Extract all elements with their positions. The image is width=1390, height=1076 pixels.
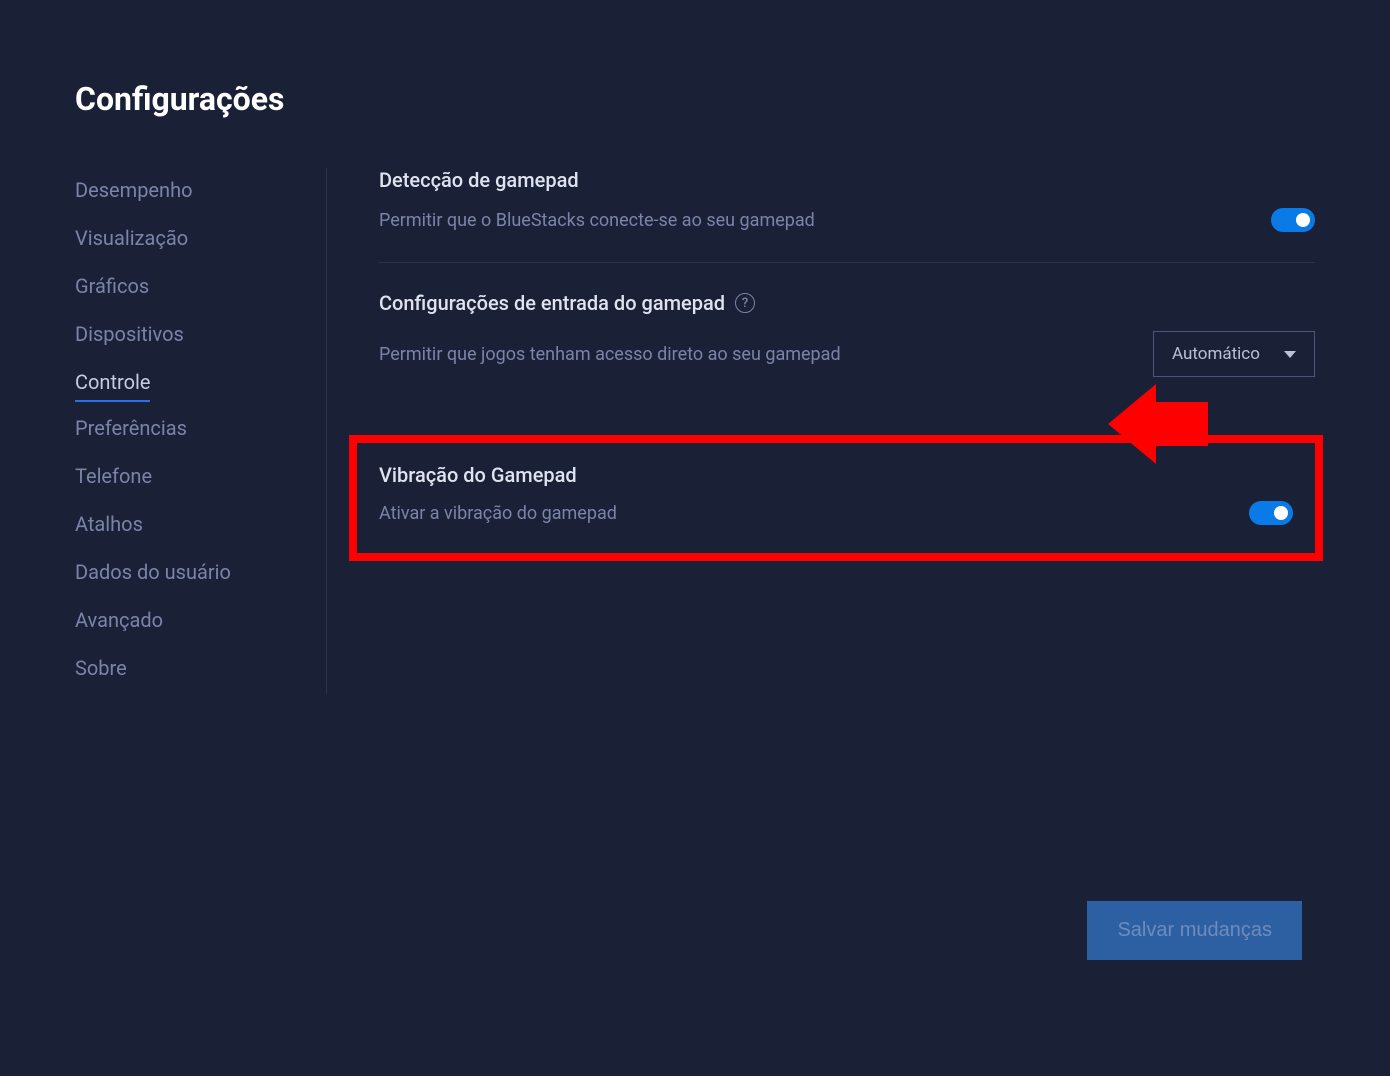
section-title-text-gamepad-input: Configurações de entrada do gamepad [379, 291, 725, 315]
section-desc-gamepad-input: Permitir que jogos tenham acesso direto … [379, 344, 841, 365]
sidebar-item-telefone[interactable]: Telefone [75, 454, 152, 498]
sidebar-item-dados-usuario[interactable]: Dados do usuário [75, 550, 231, 594]
section-desc-gamepad-detection: Permitir que o BlueStacks conecte-se ao … [379, 210, 815, 231]
arrow-annotation-icon [1108, 384, 1208, 464]
sidebar-item-sobre[interactable]: Sobre [75, 646, 127, 690]
sidebar-item-avancado[interactable]: Avançado [75, 598, 163, 642]
dropdown-selected-value: Automático [1172, 344, 1260, 364]
section-gamepad-detection: Detecção de gamepad Permitir que o BlueS… [379, 168, 1315, 263]
sidebar-item-visualizacao[interactable]: Visualização [75, 216, 188, 260]
sidebar: Desempenho Visualização Gráficos Disposi… [75, 168, 327, 694]
sidebar-item-atalhos[interactable]: Atalhos [75, 502, 143, 546]
save-button[interactable]: Salvar mudanças [1087, 901, 1302, 960]
sidebar-item-desempenho[interactable]: Desempenho [75, 168, 193, 212]
sidebar-item-controle[interactable]: Controle [75, 360, 150, 402]
section-title-gamepad-input: Configurações de entrada do gamepad ? [379, 291, 1315, 315]
help-icon[interactable]: ? [735, 293, 755, 313]
section-title-gamepad-detection: Detecção de gamepad [379, 168, 1315, 192]
page-title: Configurações [75, 80, 1315, 118]
toggle-gamepad-vibration[interactable] [1249, 501, 1293, 525]
sidebar-item-dispositivos[interactable]: Dispositivos [75, 312, 184, 356]
toggle-gamepad-detection[interactable] [1271, 208, 1315, 232]
section-desc-gamepad-vibration: Ativar a vibração do gamepad [379, 503, 617, 524]
sidebar-item-graficos[interactable]: Gráficos [75, 264, 149, 308]
sidebar-item-preferencias[interactable]: Preferências [75, 406, 187, 450]
chevron-down-icon [1284, 351, 1296, 358]
dropdown-gamepad-input-mode[interactable]: Automático [1153, 331, 1315, 377]
section-title-gamepad-vibration: Vibração do Gamepad [379, 463, 1293, 487]
